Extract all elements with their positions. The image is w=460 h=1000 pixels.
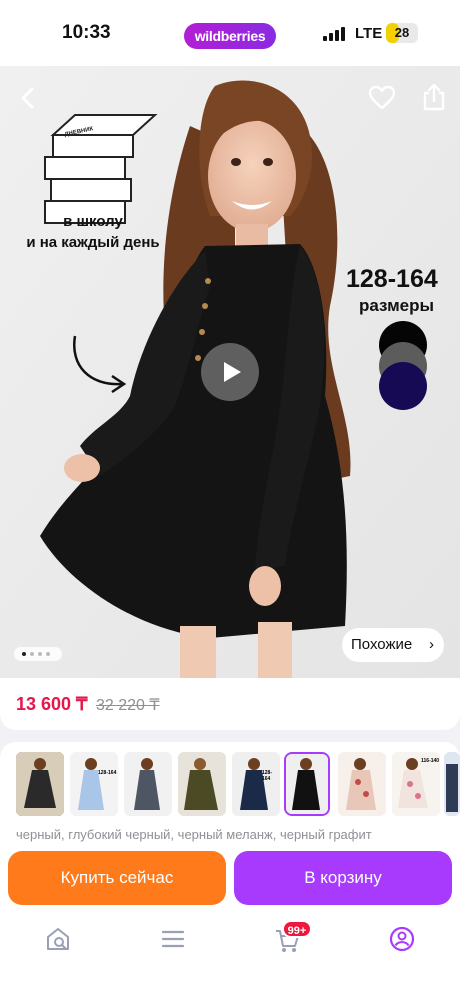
profile-icon[interactable]: [389, 926, 415, 952]
color-swatch-navy: [379, 362, 427, 410]
similar-button[interactable]: Похожие ›: [342, 628, 444, 662]
current-price: 13 600 ₸: [16, 694, 88, 714]
add-to-cart-button[interactable]: В корзину: [234, 851, 452, 905]
menu-icon[interactable]: [160, 926, 186, 952]
status-bar: 10:33 wildberries LTE 28: [0, 0, 460, 66]
signal-icon: [323, 27, 347, 41]
battery-level: 28: [394, 25, 410, 40]
thumb-label: 128-164: [262, 770, 273, 782]
promo-text: в школу и на каждый день: [8, 211, 178, 253]
play-video-button[interactable]: [201, 343, 259, 401]
product-gallery[interactable]: ДНЕВНИК в школу и на каждый день 128-164…: [0, 66, 460, 678]
chevron-right-icon: ›: [429, 636, 434, 653]
variant-thumb[interactable]: [16, 752, 64, 816]
similar-label: Похожие: [351, 636, 413, 653]
cart-badge: 99+: [282, 920, 312, 938]
variant-thumb[interactable]: 116-140: [392, 752, 440, 816]
colors-text: черный, глубокий черный, черный меланж, …: [16, 827, 372, 842]
price-card: 13 600 ₸ 32 220 ₸: [0, 678, 460, 730]
battery-icon: 28: [386, 23, 418, 43]
back-icon[interactable]: [14, 84, 42, 112]
status-time: 10:33: [62, 22, 111, 43]
thumb-label: 116-140: [421, 758, 440, 764]
share-icon[interactable]: [420, 82, 448, 112]
wildberries-logo[interactable]: wildberries: [184, 23, 276, 49]
variant-thumb[interactable]: [338, 752, 386, 816]
variant-thumb[interactable]: [444, 752, 460, 816]
home-search-icon[interactable]: [45, 926, 71, 952]
variant-thumb[interactable]: [124, 752, 172, 816]
thumb-label: 128-164: [98, 770, 117, 776]
variant-thumb[interactable]: [178, 752, 226, 816]
variant-thumb-selected[interactable]: [284, 752, 330, 816]
size-word: размеры: [359, 296, 435, 315]
buy-now-button[interactable]: Купить сейчас: [8, 851, 226, 905]
gallery-dots: [14, 647, 62, 661]
network-label: LTE: [355, 25, 383, 42]
heart-icon[interactable]: [368, 84, 396, 112]
variant-thumb[interactable]: 128-164: [232, 752, 280, 816]
size-range: 128-164: [346, 265, 438, 293]
promo-line-2: и на каждый день: [26, 234, 160, 251]
promo-line-1: в школу: [63, 213, 123, 230]
old-price: 32 220 ₸: [96, 697, 160, 714]
variant-thumb[interactable]: 128-164: [70, 752, 118, 816]
